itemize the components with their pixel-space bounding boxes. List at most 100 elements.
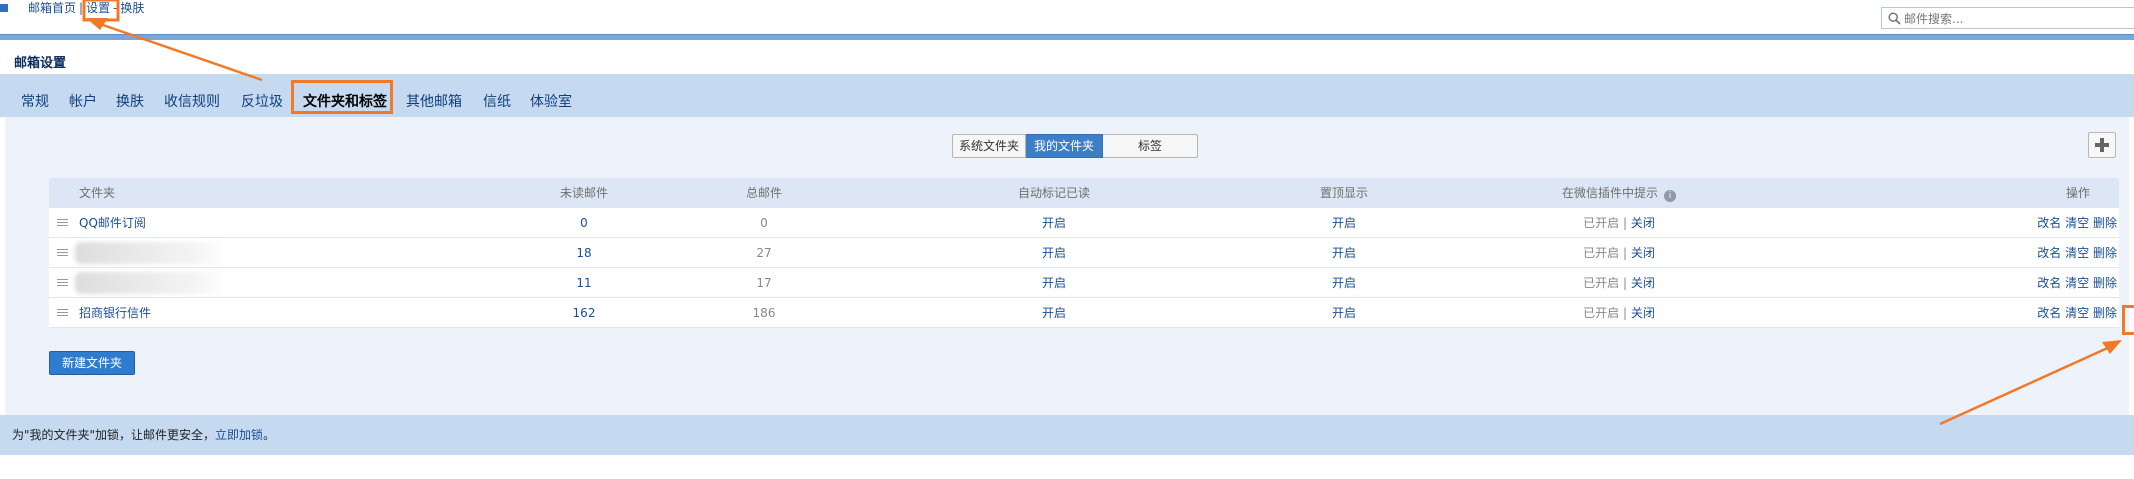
folder-name[interactable]: 招商银行信件 [79,298,151,328]
header-total: 总邮件 [745,186,782,200]
table-row: 18 27 开启 开启 已开启 | 关闭 改名 清空 删除 [49,238,2119,268]
total-count: 27 [756,246,772,260]
search-input[interactable] [1902,10,2126,28]
wechat-sep: | [1622,216,1628,230]
table-row: 11 17 开启 开启 已开启 | 关闭 改名 清空 删除 [49,268,2119,298]
tab-general[interactable]: 常规 [21,91,49,111]
header-folder: 文件夹 [79,186,116,200]
folder-name[interactable]: QQ邮件订阅 [79,208,146,238]
delete-link[interactable]: 删除 [2093,306,2117,320]
delete-link[interactable]: 删除 [2093,276,2117,290]
row-ops: 改名 清空 删除 [2029,298,2119,328]
total-count: 0 [760,216,768,230]
segment-tags[interactable]: 标签 [1103,134,1198,158]
clear-link[interactable]: 清空 [2065,216,2089,230]
rename-link[interactable]: 改名 [2037,216,2061,230]
delete-highlight-box [2122,305,2134,335]
add-button[interactable] [2088,132,2116,158]
tab-other-mailboxes[interactable]: 其他邮箱 [406,91,462,111]
unread-count[interactable]: 0 [529,208,639,238]
row-ops: 改名 清空 删除 [2029,268,2119,298]
tab-skin[interactable]: 换肤 [116,91,144,111]
drag-handle-icon[interactable] [57,249,68,257]
unread-count[interactable]: 18 [529,238,639,268]
header-ops: 操作 [2065,186,2090,200]
tab-receive-rules[interactable]: 收信规则 [164,91,220,111]
wechat-hint-toggle: 已开启 | 关闭 [1509,238,1729,268]
pin-top-toggle[interactable]: 开启 [1259,268,1429,298]
header-wechat-hint-label: 在微信插件中提示 [1561,186,1658,200]
wechat-hint-toggle: 已开启 | 关闭 [1509,268,1729,298]
auto-mark-toggle[interactable]: 开启 [949,208,1159,238]
wechat-on: 已开启 [1583,276,1620,290]
wechat-sep: | [1622,306,1628,320]
row-ops: 改名 清空 删除 [2029,208,2119,238]
total-count: 186 [752,306,776,320]
header-unread: 未读邮件 [559,186,608,200]
tab-anti-spam[interactable]: 反垃圾 [241,91,283,111]
table-header: 文件夹 未读邮件 总邮件 自动标记已读 置顶显示 在微信插件中提示 i 操作 [49,178,2119,208]
row-ops: 改名 清空 删除 [2029,238,2119,268]
nav-separator: | [79,1,84,15]
rename-link[interactable]: 改名 [2037,246,2061,260]
top-navigation: 邮箱首页 | 设置 - 换肤 [28,0,144,16]
footer-end: 。 [263,428,276,442]
header-pin-top: 置顶显示 [1319,186,1368,200]
tab-account[interactable]: 帐户 [69,91,97,111]
search-box[interactable] [1881,7,2134,29]
blurred-folder-name [75,242,225,264]
tab-lab[interactable]: 体验室 [530,91,572,111]
auto-mark-toggle[interactable]: 开启 [949,298,1159,328]
drag-handle-icon[interactable] [57,279,68,287]
auto-mark-toggle[interactable]: 开启 [949,238,1159,268]
wechat-on: 已开启 [1583,306,1620,320]
segment-system-folders[interactable]: 系统文件夹 [952,134,1026,158]
table-row: 招商银行信件 162 186 开启 开启 已开启 | 关闭 改名 清空 删除 [49,298,2119,328]
tab-highlight-box [291,80,393,114]
unread-count[interactable]: 11 [529,268,639,298]
table-row: QQ邮件订阅 0 0 开启 开启 已开启 | 关闭 改名 清空 删除 [49,208,2119,238]
settings-link[interactable]: 设置 [86,1,110,15]
wechat-off-link[interactable]: 关闭 [1631,216,1655,230]
lock-now-link[interactable]: 立即加锁 [215,428,263,442]
unread-count[interactable]: 162 [529,298,639,328]
search-icon [1888,12,1901,25]
wechat-sep: | [1622,276,1628,290]
delete-link[interactable]: 删除 [2093,216,2117,230]
clear-link[interactable]: 清空 [2065,306,2089,320]
wechat-on: 已开启 [1583,216,1620,230]
nav-separator-dash: - [113,1,118,15]
drag-handle-icon[interactable] [57,309,68,317]
wechat-hint-toggle: 已开启 | 关闭 [1509,208,1729,238]
wechat-off-link[interactable]: 关闭 [1631,276,1655,290]
wechat-hint-toggle: 已开启 | 关闭 [1509,298,1729,328]
header-wechat-hint: 在微信插件中提示 i [1509,178,1729,208]
auto-mark-toggle[interactable]: 开启 [949,268,1159,298]
skin-link[interactable]: 换肤 [120,1,144,15]
wechat-off-link[interactable]: 关闭 [1631,246,1655,260]
info-icon[interactable]: i [1664,190,1676,202]
rename-link[interactable]: 改名 [2037,306,2061,320]
tab-stationery[interactable]: 信纸 [483,91,511,111]
plus-icon [2095,138,2109,152]
page-title: 邮箱设置 [14,56,67,71]
blurred-folder-name [75,272,225,294]
rename-link[interactable]: 改名 [2037,276,2061,290]
drag-handle-icon[interactable] [57,219,68,227]
wechat-sep: | [1622,246,1628,260]
pin-top-toggle[interactable]: 开启 [1259,298,1429,328]
logo-fragment [0,4,8,12]
total-count: 17 [756,276,772,290]
new-folder-button[interactable]: 新建文件夹 [49,351,135,375]
header-auto-mark-read: 自动标记已读 [1017,186,1090,200]
pin-top-toggle[interactable]: 开启 [1259,208,1429,238]
footer-message: 为"我的文件夹"加锁，让邮件更安全，立即加锁。 [12,426,275,443]
top-bar [0,0,2134,34]
clear-link[interactable]: 清空 [2065,276,2089,290]
delete-link[interactable]: 删除 [2093,246,2117,260]
mail-home-link[interactable]: 邮箱首页 [28,1,76,15]
pin-top-toggle[interactable]: 开启 [1259,238,1429,268]
segment-my-folders[interactable]: 我的文件夹 [1026,134,1103,158]
clear-link[interactable]: 清空 [2065,246,2089,260]
wechat-off-link[interactable]: 关闭 [1631,306,1655,320]
